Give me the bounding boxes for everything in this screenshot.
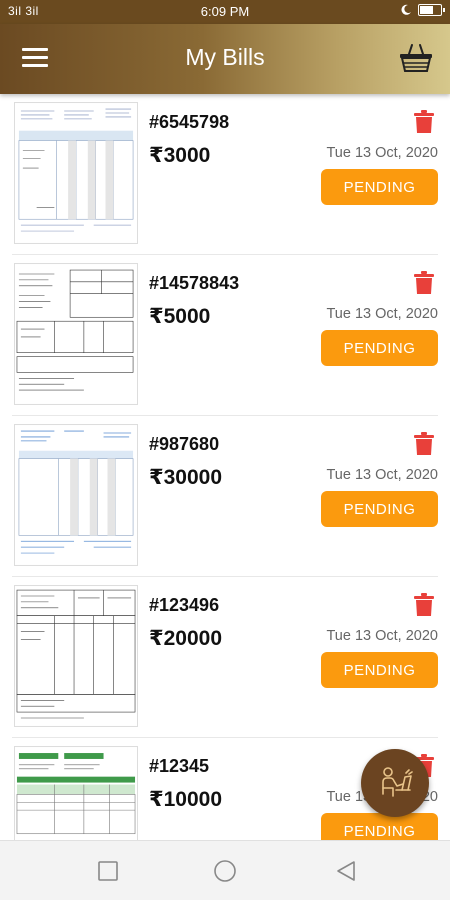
support-fab-button[interactable] [361, 749, 429, 817]
bill-card[interactable]: #6545798 ₹3000 Tue 13 Oct, 2020 PENDING [0, 94, 450, 255]
invoice-thumbnail[interactable] [14, 585, 138, 727]
trash-icon[interactable] [414, 593, 434, 617]
amount-value: 3000 [163, 144, 211, 167]
pending-status-button[interactable]: PENDING [321, 813, 438, 840]
bill-date: Tue 13 Oct, 2020 [326, 628, 438, 644]
invoice-thumbnail[interactable] [14, 263, 138, 405]
trash-icon[interactable] [414, 432, 434, 456]
square-icon[interactable] [96, 859, 120, 883]
amount-value: 10000 [163, 788, 223, 811]
basket-icon[interactable] [398, 42, 434, 74]
trash-icon[interactable] [414, 271, 434, 295]
circle-icon[interactable] [213, 859, 237, 883]
app-screen: 3il 3il 6:09 PM My Bills #6545798 ₹3000 … [0, 0, 450, 900]
currency-symbol: ₹ [149, 305, 164, 328]
pending-status-button[interactable]: PENDING [321, 169, 438, 205]
amount-value: 5000 [163, 305, 211, 328]
bill-date: Tue 13 Oct, 2020 [326, 467, 438, 483]
bill-amount: ₹20000 [149, 626, 222, 651]
pending-status-button[interactable]: PENDING [321, 330, 438, 366]
pending-status-button[interactable]: PENDING [321, 652, 438, 688]
bill-card[interactable]: #987680 ₹30000 Tue 13 Oct, 2020 PENDING [0, 416, 450, 577]
page-title: My Bills [185, 44, 265, 70]
system-nav-bar [0, 840, 450, 900]
status-time: 6:09 PM [200, 4, 250, 19]
invoice-thumbnail[interactable] [14, 102, 138, 244]
status-bar: 3il 3il 6:09 PM [0, 0, 450, 24]
triangle-back-icon[interactable] [334, 859, 358, 883]
bill-date: Tue 13 Oct, 2020 [326, 145, 438, 161]
bill-card[interactable]: #123496 ₹20000 Tue 13 Oct, 2020 PENDING [0, 577, 450, 738]
bill-number: #987680 [149, 434, 220, 454]
bill-number: #12345 [149, 756, 210, 776]
moon-icon [401, 4, 411, 15]
currency-symbol: ₹ [149, 627, 164, 650]
status-icons [400, 4, 445, 16]
person-at-desk-icon [382, 767, 413, 797]
bill-date: Tue 13 Oct, 2020 [326, 306, 438, 322]
bill-number: #6545798 [149, 112, 230, 132]
bill-number: #123496 [149, 595, 220, 615]
bill-amount: ₹30000 [149, 465, 222, 490]
trash-icon[interactable] [414, 110, 434, 134]
bill-number: #14578843 [149, 273, 240, 293]
currency-symbol: ₹ [149, 466, 164, 489]
invoice-thumbnail[interactable] [14, 746, 138, 840]
invoice-thumbnail[interactable] [14, 424, 138, 566]
currency-symbol: ₹ [149, 144, 164, 167]
app-header: My Bills [0, 24, 450, 94]
bill-card[interactable]: #14578843 ₹5000 Tue 13 Oct, 2020 PENDING [0, 255, 450, 416]
amount-value: 30000 [163, 466, 223, 489]
bill-amount: ₹10000 [149, 787, 222, 812]
bill-amount: ₹5000 [149, 304, 210, 329]
battery-icon [418, 4, 445, 16]
amount-value: 20000 [163, 627, 223, 650]
currency-symbol: ₹ [149, 788, 164, 811]
bill-amount: ₹3000 [149, 143, 210, 168]
bill-list: #6545798 ₹3000 Tue 13 Oct, 2020 PENDING [0, 94, 450, 840]
pending-status-button[interactable]: PENDING [321, 491, 438, 527]
